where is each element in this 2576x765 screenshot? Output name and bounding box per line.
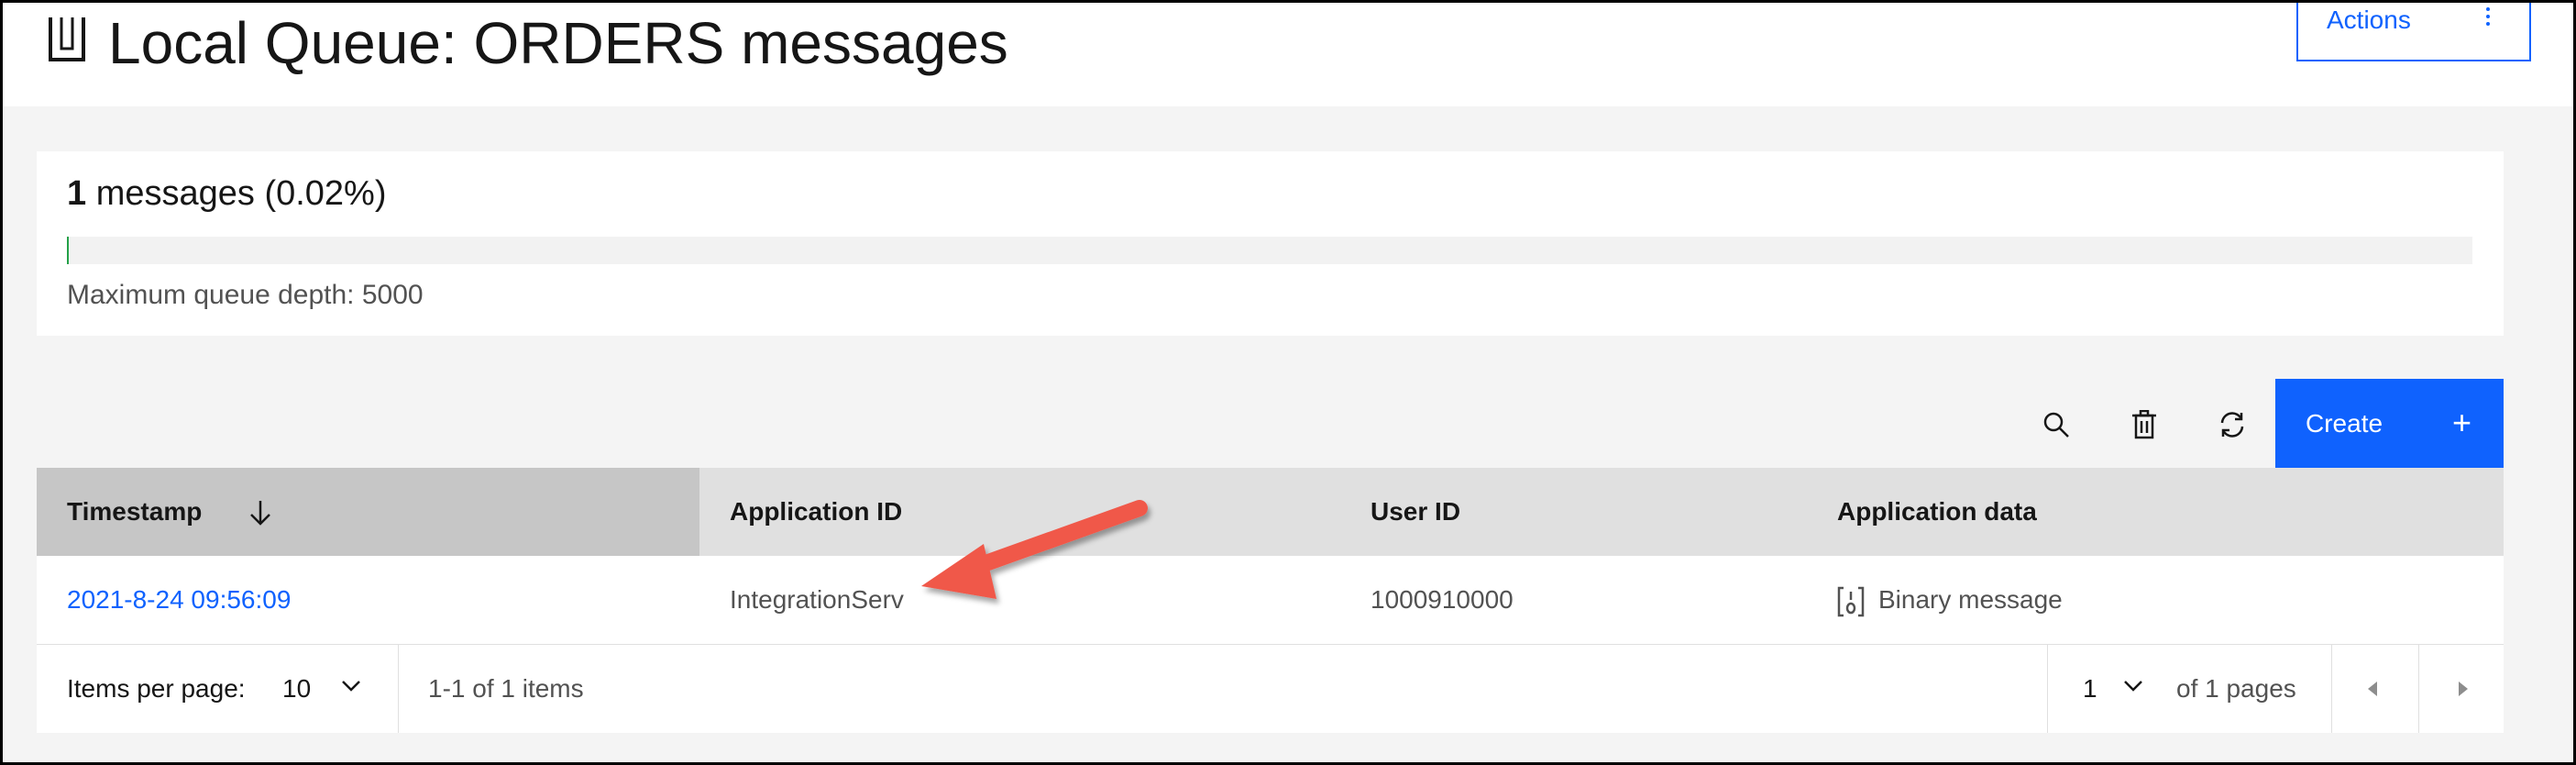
column-header-timestamp-label: Timestamp [67, 497, 203, 526]
create-button[interactable]: Create + [2275, 379, 2504, 469]
message-count: 1 messages (0.02%) [67, 174, 387, 214]
next-page-button[interactable] [2419, 645, 2505, 733]
column-header-timestamp[interactable]: Timestamp [37, 468, 699, 556]
total-pages-label: of 1 pages [2176, 674, 2296, 703]
refresh-button[interactable] [2188, 381, 2276, 469]
queue-icon [49, 17, 85, 61]
message-count-value: 1 [67, 174, 87, 213]
column-header-user-id[interactable]: User ID [1371, 468, 1460, 556]
application-data-cell: Binary message [1837, 556, 2204, 644]
table-header: Timestamp Application ID User ID Applica… [37, 468, 2504, 556]
pagination-bar: Items per page: 10 1-1 of 1 items 1 of 1… [37, 645, 2504, 733]
column-header-application-data[interactable]: Application data [1837, 468, 2037, 556]
application-id-cell: IntegrationServ [730, 585, 904, 614]
chevron-down-icon [342, 681, 360, 692]
message-timestamp-link[interactable]: 2021-8-24 09:56:09 [67, 556, 291, 644]
table-row: 2021-8-24 09:56:09 IntegrationServ 10009… [37, 556, 2504, 645]
caret-left-icon [2368, 682, 2377, 696]
messages-table: Timestamp Application ID User ID Applica… [37, 468, 2504, 733]
user-id-cell: 1000910000 [1371, 585, 1514, 614]
items-range-label: 1-1 of 1 items [428, 674, 584, 703]
plus-icon: + [2452, 404, 2472, 441]
divider [2047, 645, 2048, 733]
application-data-label: Binary message [1878, 585, 2063, 614]
divider [398, 645, 399, 733]
items-per-page-select[interactable]: 10 [282, 645, 383, 733]
delete-button[interactable] [2100, 381, 2188, 469]
trash-icon [2132, 410, 2156, 439]
actions-label: Actions [2327, 6, 2411, 34]
items-per-page-label: Items per page: [67, 674, 246, 703]
page-select[interactable]: 1 [2083, 645, 2165, 733]
caret-right-icon [2459, 682, 2468, 696]
queue-depth-bar [67, 237, 2472, 264]
search-button[interactable] [2012, 381, 2100, 469]
max-queue-depth: Maximum queue depth: 5000 [67, 280, 424, 310]
page-header: Local Queue: ORDERS messages Actions [3, 3, 2573, 106]
queue-depth-bar-fill [67, 237, 69, 264]
queue-depth-card: 1 messages (0.02%) Maximum queue depth: … [37, 151, 2504, 336]
refresh-icon [2220, 412, 2244, 438]
previous-page-button[interactable] [2332, 645, 2418, 733]
app-frame: Local Queue: ORDERS messages Actions 1 m… [3, 3, 2573, 762]
binary-data-icon [1837, 586, 1865, 617]
items-per-page-value: 10 [282, 674, 312, 703]
page-title: Local Queue: ORDERS messages [108, 10, 1008, 76]
column-header-application-id[interactable]: Application ID [730, 468, 902, 556]
arrow-down-icon[interactable] [248, 499, 273, 527]
chevron-down-icon [2124, 681, 2142, 692]
message-count-suffix: messages (0.02%) [86, 174, 387, 213]
overflow-menu-icon [2485, 7, 2491, 31]
create-label: Create [2306, 409, 2383, 438]
page-select-value: 1 [2083, 674, 2097, 703]
actions-button[interactable]: Actions [2296, 3, 2531, 61]
search-icon [2043, 412, 2069, 438]
